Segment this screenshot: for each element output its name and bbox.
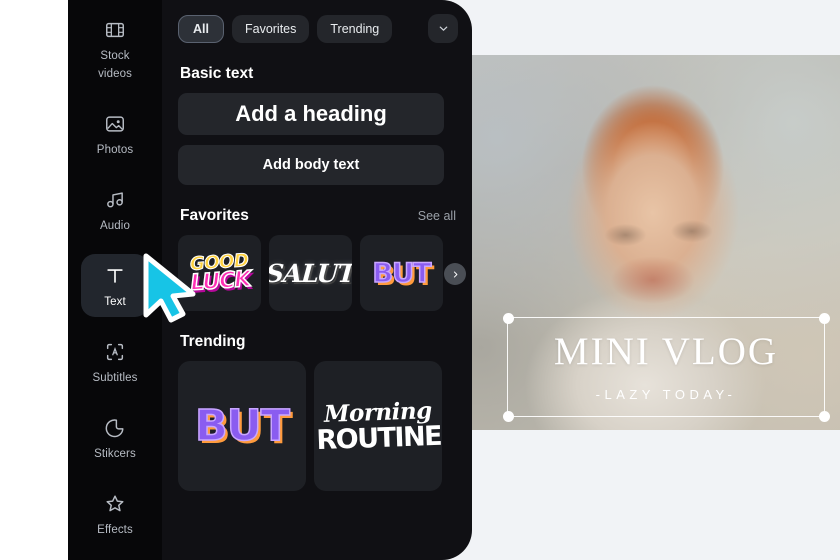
thumb-line2: ROUTINE [315, 420, 442, 456]
text-overlay-selection[interactable]: MINI VLOG -LAZY TODAY- [502, 312, 830, 422]
sidebar-item-stikcers[interactable]: Stikcers [81, 406, 149, 469]
music-note-icon [83, 187, 147, 213]
list-item[interactable]: BUT [178, 361, 306, 491]
text-panel-content: All Favorites Trending Basic text Add a … [162, 0, 472, 560]
sidebar-item-stock-videos[interactable]: Stock videos [81, 8, 149, 89]
filter-chips: All Favorites Trending [178, 14, 458, 43]
resize-handle-bottom-left[interactable] [502, 410, 514, 422]
tab-trending[interactable]: Trending [317, 14, 393, 43]
sticker-icon [83, 415, 147, 441]
overlay-subtitle: -LAZY TODAY- [595, 387, 737, 402]
trending-title: Trending [180, 333, 246, 350]
sidebar-item-label: Audio [100, 220, 130, 232]
list-item[interactable]: GOOD LUCK [178, 235, 261, 311]
resize-handle-bottom-right[interactable] [818, 410, 830, 422]
sidebar-item-label: Photos [96, 144, 134, 156]
basic-text-title: Basic text [180, 65, 254, 82]
editor-area: MINI VLOG -LAZY TODAY- [440, 0, 840, 560]
sidebar-item-label: Stock videos [98, 50, 132, 80]
chevron-down-icon[interactable] [428, 14, 458, 43]
list-item[interactable]: SALUT [269, 235, 352, 311]
sidebar-item-audio[interactable]: Audio [81, 178, 149, 241]
tab-all[interactable]: All [178, 14, 224, 43]
resize-handle-top-left[interactable] [502, 312, 514, 324]
left-panel: Stock videos Photos Audio Text Subtitles Stik… [68, 0, 472, 560]
favorites-title: Favorites [180, 207, 249, 224]
thumb-line1: BUT [372, 257, 432, 290]
favorites-thumbs: GOOD LUCK SALUT BUT [178, 235, 466, 311]
thumb-line2: LUCK [189, 266, 252, 297]
list-item[interactable]: BUT [360, 235, 443, 311]
sidebar-item-label: Stikcers [94, 448, 136, 460]
subtitles-icon [83, 339, 147, 365]
video-preview[interactable]: MINI VLOG -LAZY TODAY- [450, 55, 840, 430]
chevron-right-icon[interactable] [444, 263, 466, 285]
see-all-link[interactable]: See all [418, 209, 456, 223]
text-T-icon [83, 263, 147, 289]
add-body-text-button[interactable]: Add body text [178, 145, 444, 185]
favorites-header: Favorites See all [180, 207, 456, 225]
sidebar-item-label: Effects [97, 524, 133, 536]
overlay-title: MINI VLOG [553, 330, 779, 373]
thumb-line1: BUT [194, 400, 291, 452]
list-item[interactable]: Morning ROUTINE [314, 361, 442, 491]
star-sparkle-icon [83, 491, 147, 517]
trending-thumbs: BUT Morning ROUTINE [178, 361, 458, 491]
sidebar-item-label: Subtitles [92, 372, 138, 384]
resize-handle-top-right[interactable] [818, 312, 830, 324]
sidebar-item-label: Text [104, 296, 126, 308]
sidebar-rail: Stock videos Photos Audio Text Subtitles Stik… [68, 0, 162, 560]
image-icon [83, 111, 147, 137]
sidebar-item-effects[interactable]: Effects [81, 482, 149, 545]
app-root: MINI VLOG -LAZY TODAY- Stock videos Phot… [0, 0, 840, 560]
sidebar-item-text[interactable]: Text [81, 254, 149, 317]
thumb-line1: SALUT [269, 258, 352, 288]
sidebar-item-photos[interactable]: Photos [81, 102, 149, 165]
sidebar-item-subtitles[interactable]: Subtitles [81, 330, 149, 393]
film-icon [83, 17, 147, 43]
tab-favorites[interactable]: Favorites [231, 14, 310, 43]
add-heading-button[interactable]: Add a heading [178, 93, 444, 135]
